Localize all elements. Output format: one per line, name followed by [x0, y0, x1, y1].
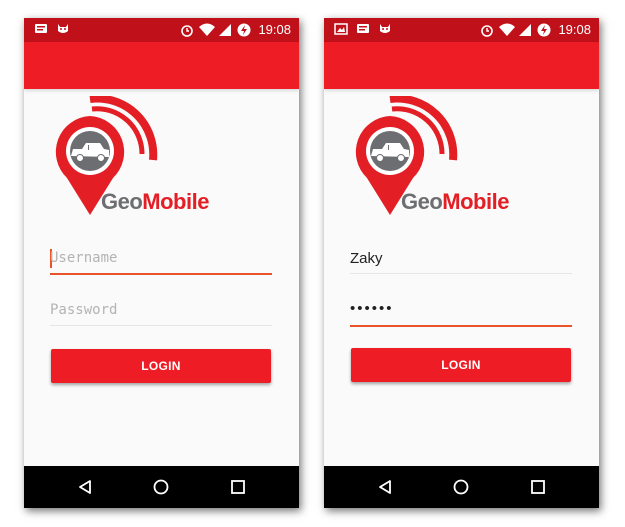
image-icon — [334, 22, 348, 36]
signal-icon — [518, 23, 532, 37]
chat-icon — [34, 22, 48, 36]
clock-time: 19:08 — [558, 22, 591, 37]
geomobile-logo: GeoMobile — [49, 96, 219, 220]
username-underline — [350, 273, 572, 274]
status-bar: 19:08 — [24, 18, 299, 42]
navigation-bar — [324, 466, 599, 508]
login-button[interactable]: LOGIN — [51, 349, 271, 383]
app-bar — [324, 42, 599, 89]
navigation-bar — [24, 466, 299, 508]
battery-charging-icon — [537, 23, 551, 37]
logo-wordmark: GeoMobile — [401, 189, 509, 214]
signal-icon — [218, 23, 232, 37]
username-underline — [50, 273, 272, 275]
wifi-icon — [199, 23, 216, 37]
home-icon[interactable] — [153, 479, 169, 495]
login-button[interactable]: LOGIN — [351, 348, 571, 382]
battery-charging-icon — [237, 23, 251, 37]
wifi-icon — [499, 23, 516, 37]
cat-icon — [378, 22, 392, 36]
alarm-icon — [480, 23, 494, 37]
password-underline — [350, 325, 572, 327]
home-icon[interactable] — [453, 479, 469, 495]
username-field[interactable]: Username — [50, 244, 272, 276]
phone-screen-empty: 19:08 GeoMobile Username Password LOGIN — [24, 18, 299, 508]
app-bar — [24, 42, 299, 89]
recents-icon[interactable] — [530, 479, 546, 495]
username-value: Zaky — [350, 250, 383, 267]
username-placeholder: Username — [50, 250, 118, 266]
back-icon[interactable] — [377, 479, 393, 495]
phone-screen-filled: 19:08 GeoMobile Zaky •••••• LOGIN — [324, 18, 599, 508]
username-field[interactable]: Zaky — [350, 244, 572, 276]
password-field[interactable]: Password — [50, 296, 272, 328]
password-field[interactable]: •••••• — [350, 296, 572, 328]
recents-icon[interactable] — [230, 479, 246, 495]
back-icon[interactable] — [77, 479, 93, 495]
password-placeholder: Password — [50, 302, 118, 318]
cat-icon — [56, 22, 70, 36]
password-value: •••••• — [350, 300, 394, 317]
alarm-icon — [180, 23, 194, 37]
status-bar: 19:08 — [324, 18, 599, 42]
chat-icon — [356, 22, 370, 36]
logo-wordmark: GeoMobile — [101, 189, 209, 214]
geomobile-logo: GeoMobile — [349, 96, 519, 220]
password-underline — [50, 325, 272, 326]
clock-time: 19:08 — [258, 22, 291, 37]
